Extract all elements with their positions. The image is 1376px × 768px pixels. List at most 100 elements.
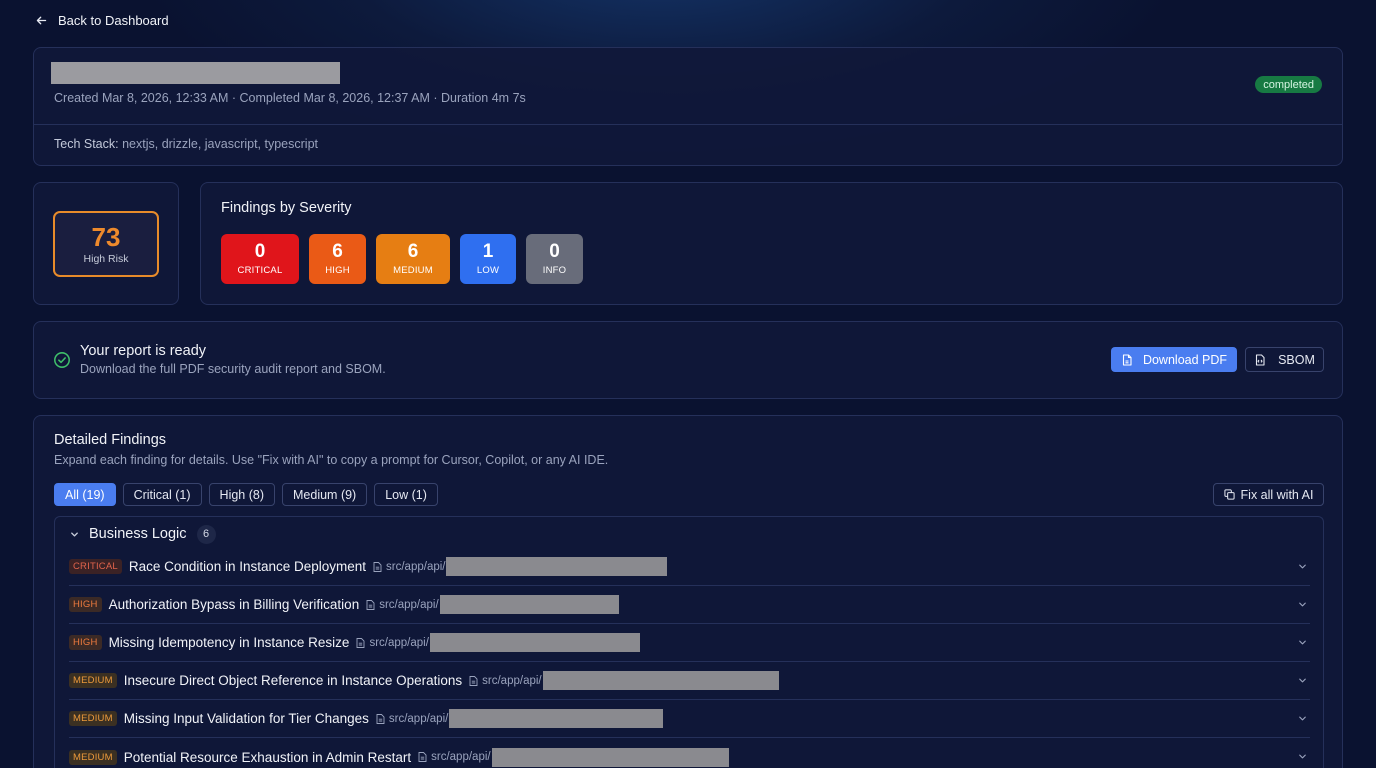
scan-meta: Created Mar 8, 2026, 12:33 AM · Complete… (54, 91, 526, 105)
file-path: src/app/api/ (482, 674, 542, 687)
redacted-path (542, 671, 779, 690)
finding-title: Potential Resource Exhaustion in Admin R… (123, 749, 412, 765)
file-path: src/app/api/ (369, 636, 429, 649)
severity-badge: MEDIUM (69, 673, 117, 688)
finding-title: Missing Input Validation for Tier Change… (123, 711, 369, 726)
redacted-scan-title (51, 62, 340, 84)
finding-title: Insecure Direct Object Reference in Inst… (123, 673, 463, 688)
finding-row[interactable]: HIGH Authorization Bypass in Billing Ver… (69, 586, 1310, 624)
severity-pill-low: 1 LOW (460, 234, 516, 284)
report-title: Your report is ready (80, 343, 207, 359)
chevron-down-icon (1299, 564, 1306, 569)
detailed-findings-card: Detailed Findings Expand each finding fo… (33, 415, 1343, 768)
severity-badge: CRITICAL (69, 559, 122, 574)
severity-pill-high: 6 HIGH (309, 234, 366, 284)
finding-file: src/app/api/ (356, 636, 429, 649)
chevron-down-icon (71, 531, 78, 537)
severity-count: 1 (482, 241, 494, 262)
finding-title: Missing Idempotency in Instance Resize (108, 635, 350, 650)
file-icon (376, 713, 385, 724)
finding-row[interactable]: MEDIUM Insecure Direct Object Reference … (69, 662, 1310, 700)
redacted-path (429, 633, 640, 652)
severity-count: 6 (332, 241, 343, 262)
file-path: src/app/api/ (379, 598, 439, 611)
redacted-path (491, 747, 729, 767)
chevron-down-icon (1299, 602, 1306, 607)
file-icon (469, 675, 478, 686)
tab-medium[interactable]: Medium (9) (282, 483, 368, 506)
redacted-path (449, 709, 664, 728)
file-icon (418, 752, 427, 762)
finding-row[interactable]: MEDIUM Missing Input Validation for Tier… (69, 700, 1310, 738)
tab-low[interactable]: Low (1) (374, 483, 438, 506)
severity-badge: HIGH (69, 597, 102, 612)
severity-label: INFO (542, 265, 567, 276)
report-subtitle: Download the full PDF security audit rep… (80, 362, 386, 376)
file-icon (1122, 353, 1132, 366)
severity-label: MEDIUM (393, 265, 433, 276)
findings-title: Detailed Findings (54, 432, 167, 448)
file-path: src/app/api/ (386, 560, 446, 573)
download-pdf-label: Download PDF (1142, 352, 1228, 367)
tab-all[interactable]: All (19) (54, 483, 116, 506)
finding-file: src/app/api/ (418, 751, 491, 763)
severity-title: Findings by Severity (221, 200, 352, 216)
sbom-button[interactable]: SBOM (1245, 347, 1324, 372)
fix-all-label: Fix all with AI (1240, 487, 1314, 502)
severity-card: Findings by Severity 0 CRITICAL 6 HIGH 6… (200, 182, 1343, 305)
redacted-path (439, 595, 619, 614)
tab-critical[interactable]: Critical (1) (122, 483, 202, 506)
file-path: src/app/api/ (431, 751, 491, 763)
severity-badge: HIGH (69, 635, 102, 650)
tech-stack: Tech Stack: nextjs, drizzle, javascript,… (54, 137, 318, 151)
finding-row[interactable]: MEDIUM Potential Resource Exhaustion in … (69, 738, 1310, 768)
file-icon (356, 637, 365, 648)
check-circle-icon (54, 352, 70, 368)
back-to-dashboard-link[interactable]: Back to Dashboard (35, 12, 169, 28)
findings-subtitle: Expand each finding for details. Use "Fi… (54, 453, 609, 467)
tech-stack-value: nextjs, drizzle, javascript, typescript (118, 137, 318, 151)
chevron-down-icon (1299, 754, 1306, 759)
arrow-left-icon (36, 16, 47, 24)
finding-file: src/app/api/ (469, 674, 542, 687)
severity-pills: 0 CRITICAL 6 HIGH 6 MEDIUM 1 LOW 0 INFO (221, 234, 583, 284)
file-code-icon (1256, 353, 1265, 366)
finding-row[interactable]: HIGH Missing Idempotency in Instance Res… (69, 624, 1310, 662)
redacted-path (446, 557, 668, 576)
severity-pill-medium: 6 MEDIUM (376, 234, 450, 284)
severity-count: 0 (549, 241, 560, 262)
findings-group-business-logic: Business Logic 6 CRITICAL Race Condition… (54, 516, 1324, 768)
severity-pill-info: 0 INFO (526, 234, 583, 284)
tab-high[interactable]: High (8) (208, 483, 276, 506)
chevron-down-icon (1299, 678, 1306, 683)
risk-score-box: 73 High Risk (53, 211, 159, 277)
fix-all-with-ai-button[interactable]: Fix all with AI (1213, 483, 1324, 506)
file-icon (366, 599, 375, 610)
severity-count: 0 (254, 241, 266, 262)
copy-icon (1223, 489, 1235, 500)
severity-count: 6 (407, 241, 419, 262)
finding-row[interactable]: CRITICAL Race Condition in Instance Depl… (69, 548, 1310, 586)
severity-label: CRITICAL (237, 265, 283, 276)
file-icon (373, 561, 382, 572)
divider (34, 124, 1342, 125)
group-name: Business Logic (89, 526, 187, 542)
back-label: Back to Dashboard (58, 12, 169, 28)
file-path: src/app/api/ (388, 712, 449, 725)
finding-title: Race Condition in Instance Deployment (128, 559, 367, 574)
severity-label: LOW (476, 265, 500, 276)
tech-stack-label: Tech Stack: (54, 137, 119, 151)
severity-label: HIGH (325, 265, 350, 276)
finding-file: src/app/api/ (373, 561, 445, 573)
group-count: 6 (196, 524, 216, 544)
group-toggle[interactable]: Business Logic 6 (69, 524, 216, 544)
finding-file: src/app/api/ (376, 713, 448, 725)
finding-title: Authorization Bypass in Billing Verifica… (108, 597, 360, 612)
status-badge: completed (1255, 76, 1322, 93)
risk-score-value: 73 (91, 222, 121, 252)
severity-badge: MEDIUM (69, 749, 117, 765)
download-pdf-button[interactable]: Download PDF (1111, 347, 1237, 372)
severity-pill-critical: 0 CRITICAL (221, 234, 299, 284)
risk-score-card: 73 High Risk (33, 182, 179, 305)
report-ready-card: Your report is ready Download the full P… (33, 321, 1343, 399)
